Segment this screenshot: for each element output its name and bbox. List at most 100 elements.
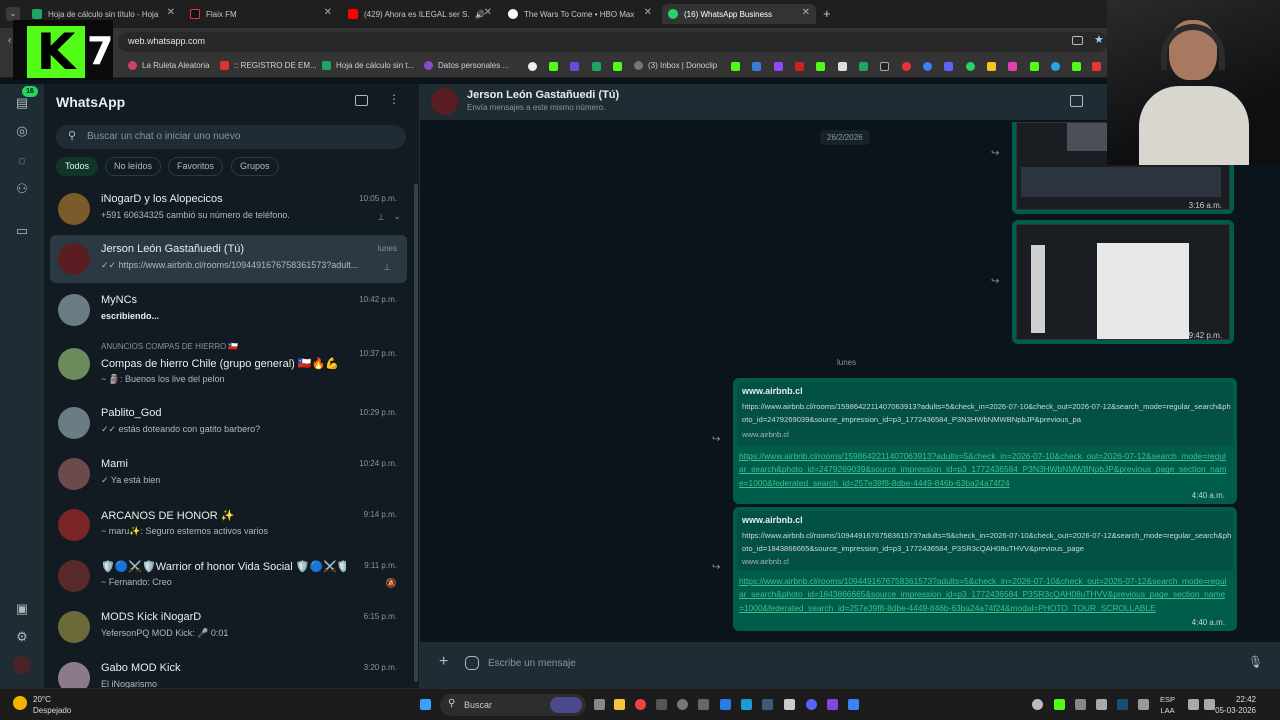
app-icon-7[interactable] [784, 699, 795, 710]
message-input[interactable]: Escribe un mensaje [488, 658, 576, 669]
chat-item[interactable]: ARCANOS DE HONOR ✨ ~ maru✨: Seguro estem… [50, 501, 407, 549]
search-input[interactable]: ⚲ Buscar un chat o iniciar uno nuevo [56, 125, 406, 149]
speaker-icon[interactable] [1204, 699, 1215, 710]
bookmark-icon-8[interactable] [774, 62, 783, 71]
forward-icon[interactable]: ↪ [712, 562, 720, 573]
chat-item[interactable]: Mami ✓ Ya está bien 10:24 p.m. [50, 450, 407, 498]
tab-whatsapp[interactable]: (16) WhatsApp Business ✕ [662, 4, 816, 24]
settings-icon[interactable]: ⚙ [13, 628, 31, 646]
chat-item[interactable]: Pablito_God ✓✓ estás doteando con gatito… [50, 399, 407, 447]
forward-icon[interactable]: ↪ [991, 276, 999, 287]
chat-item[interactable]: ANUNCIOS COMPAS DE HIERRO 🇨🇱 Compas de h… [50, 340, 407, 388]
forward-icon[interactable]: ↪ [991, 148, 999, 159]
windows-start-icon[interactable] [420, 699, 431, 710]
bookmark-icon-23[interactable] [1092, 62, 1101, 71]
bookmark-icon-15[interactable] [923, 62, 932, 71]
tray-icon-4[interactable] [1096, 699, 1107, 710]
app-icon-6[interactable] [762, 699, 773, 710]
new-chat-icon[interactable] [355, 95, 368, 106]
language-indicator[interactable]: ESP LAA [1160, 694, 1175, 716]
bookmark-icon-19[interactable] [1008, 62, 1017, 71]
close-icon[interactable]: ✕ [324, 7, 332, 18]
bookmark-icon-3[interactable] [570, 62, 579, 71]
app-icon-10[interactable] [848, 699, 859, 710]
attach-plus-icon[interactable]: + [439, 653, 448, 671]
bookmark-icon-4[interactable] [592, 62, 601, 71]
bookmark-donoclip[interactable]: (3) Inbox | Donoclip [634, 61, 717, 70]
bookmark-icon-9[interactable] [795, 62, 804, 71]
screenshot-image[interactable] [1016, 224, 1230, 340]
media-icon[interactable]: ▣ [13, 600, 31, 618]
close-icon[interactable]: ✕ [484, 7, 492, 18]
channels-icon[interactable]: ◌ [13, 152, 31, 170]
bookmark-icon-7[interactable] [752, 62, 761, 71]
app-icon-2[interactable] [677, 699, 688, 710]
catalog-icon[interactable]: ▭ [13, 222, 31, 240]
tab-list-chevron-icon[interactable]: ⌄ [6, 7, 20, 21]
link-preview[interactable]: www.airbnb.cl https://www.airbnb.cl/room… [737, 511, 1233, 571]
app-icon-1[interactable] [656, 699, 667, 710]
link-preview[interactable]: www.airbnb.cl https://www.airbnb.cl/room… [737, 382, 1233, 446]
bookmark-icon-13[interactable] [880, 62, 889, 71]
tray-icon-1[interactable] [1032, 699, 1043, 710]
bookmark-datos[interactable]: Datos personales ... [424, 61, 509, 70]
bookmark-icon-11[interactable] [838, 62, 847, 71]
app-icon-8[interactable] [806, 699, 817, 710]
scrollbar[interactable] [414, 184, 418, 682]
bookmark-registro[interactable]: :: REGISTRO DE EM... [220, 61, 317, 70]
system-clock[interactable]: 22:42 05-03-2026 [1215, 694, 1256, 716]
close-icon[interactable]: ✕ [644, 7, 652, 18]
message-link[interactable]: https://www.airbnb.cl/rooms/159864221140… [739, 450, 1229, 490]
app-icon-4[interactable] [720, 699, 731, 710]
filter-grupos[interactable]: Grupos [231, 157, 279, 176]
tray-icon-5[interactable] [1117, 699, 1128, 710]
image-message[interactable]: 9:42 p.m. [1012, 220, 1234, 344]
tab-flaix[interactable]: Flaix FM ✕ [184, 4, 338, 24]
bookmark-icon-18[interactable] [987, 62, 996, 71]
bookmark-icon-16[interactable] [944, 62, 953, 71]
message-link[interactable]: https://www.airbnb.cl/rooms/109449167675… [739, 575, 1229, 615]
url-field[interactable] [118, 32, 1108, 52]
tab-youtube[interactable]: (429) Ahora es ILEGAL ser S... 🔊 ✕ [342, 4, 498, 24]
filter-favoritos[interactable]: Favoritos [168, 157, 224, 176]
bookmark-icon-14[interactable] [902, 62, 911, 71]
filter-todos[interactable]: Todos [56, 157, 99, 176]
taskbar-search[interactable]: ⚲ Buscar [440, 694, 586, 716]
filter-no-leidos[interactable]: No leídos [105, 157, 162, 176]
link-message[interactable]: www.airbnb.cl https://www.airbnb.cl/room… [733, 507, 1237, 631]
profile-avatar[interactable] [13, 656, 31, 674]
bookmark-icon-1[interactable] [528, 62, 537, 71]
bookmark-icon-12[interactable] [859, 62, 868, 71]
file-explorer-icon[interactable] [614, 699, 625, 710]
install-app-icon[interactable] [1072, 36, 1083, 45]
network-icon[interactable] [1188, 699, 1199, 710]
tab-hbo[interactable]: The Wars To Come • HBO Max ✕ [502, 4, 658, 24]
menu-icon[interactable]: ⋮ [388, 92, 400, 106]
chrome-icon[interactable] [635, 699, 646, 710]
weather-widget[interactable]: 20°C Despejado [33, 694, 71, 716]
bookmark-ruleta[interactable]: La Ruleta Aleatoria [128, 61, 210, 70]
close-icon[interactable]: ✕ [167, 7, 175, 18]
chevron-down-icon[interactable]: ⌄ [393, 211, 401, 222]
catalog-icon[interactable] [1070, 95, 1083, 107]
chat-item[interactable]: Gabo MOD Kick El iNogarismo 3:20 p.m. [50, 654, 407, 688]
bookmark-star-icon[interactable]: ★ [1094, 33, 1104, 46]
bookmark-icon-6[interactable] [731, 62, 740, 71]
sticker-icon[interactable] [465, 656, 479, 670]
back-icon[interactable]: ‹ [8, 35, 11, 46]
tray-icon-3[interactable] [1075, 699, 1086, 710]
forward-icon[interactable]: ↪ [712, 434, 720, 445]
bookmark-icon-2[interactable] [549, 62, 558, 71]
link-message[interactable]: www.airbnb.cl https://www.airbnb.cl/room… [733, 378, 1237, 504]
app-icon-9[interactable] [827, 699, 838, 710]
bookmark-icon-17[interactable] [966, 62, 975, 71]
chat-item[interactable]: MODS Kick iNogarD YefersonPQ MOD Kick: 🎤… [50, 603, 407, 651]
bookmark-sheets[interactable]: Hoja de cálculo sin t... [322, 61, 414, 70]
bookmark-icon-22[interactable] [1072, 62, 1081, 71]
chat-item[interactable]: 🛡️🔵⚔️🛡️Warrior of honor Vida Social 🛡️🔵⚔… [50, 552, 407, 600]
microphone-icon[interactable]: 🎙 [1248, 655, 1263, 669]
chat-item[interactable]: MyNCs escribiendo... 10:42 p.m. [50, 286, 407, 334]
bookmark-icon-21[interactable] [1051, 62, 1060, 71]
contact-avatar[interactable] [431, 88, 458, 115]
chat-item[interactable]: iNogarD y los Alopecicos +591 60634325 c… [50, 185, 407, 233]
